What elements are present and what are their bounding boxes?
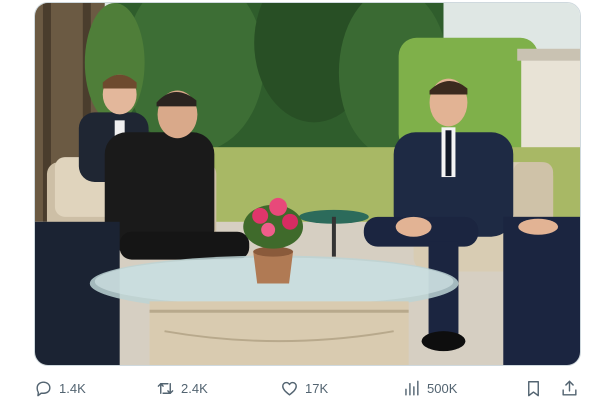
tweet-photo[interactable] <box>34 2 581 366</box>
views-count: 500K <box>427 381 458 396</box>
photo-illustration <box>35 3 580 365</box>
retweet-button[interactable]: 2.4K <box>156 379 208 398</box>
share-button[interactable] <box>560 379 579 398</box>
bookmark-icon <box>528 381 539 397</box>
heart-icon <box>282 381 297 396</box>
retweet-icon <box>157 383 174 394</box>
reply-button[interactable]: 1.4K <box>34 379 86 398</box>
bookmark-button[interactable] <box>524 379 543 398</box>
reply-icon <box>36 381 51 397</box>
views-button[interactable]: 500K <box>402 379 457 398</box>
like-button[interactable]: 17K <box>280 379 328 398</box>
tweet-action-bar: 1.4K 2.4K 17K 500K <box>34 377 581 400</box>
views-chart-icon <box>405 380 419 396</box>
retweet-count: 2.4K <box>181 381 208 396</box>
like-count: 17K <box>305 381 329 396</box>
reply-count: 1.4K <box>59 381 86 396</box>
share-icon <box>562 380 577 396</box>
